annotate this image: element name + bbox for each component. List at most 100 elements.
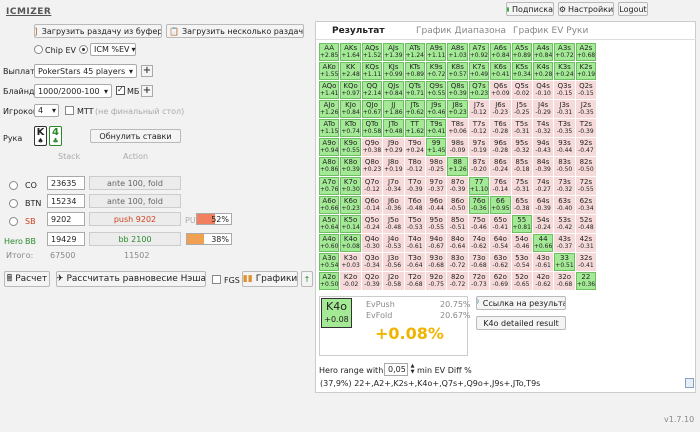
range-cell[interactable]: KQo +0.97 [340,81,361,100]
document-icon[interactable] [685,378,694,388]
range-cell[interactable]: 63s -0.40 [554,195,575,214]
range-cell[interactable]: Q7s +0.23 [468,81,490,100]
range-cell[interactable]: AKs +1.64 [340,43,361,62]
range-cell[interactable]: A5s +0.89 [511,43,532,62]
add-payout-button[interactable]: + [141,65,153,77]
range-cell[interactable]: K6s +0.41 [490,62,511,81]
position-radio-sb[interactable] [9,217,18,226]
range-cell[interactable]: 65s -0.38 [511,195,532,214]
range-cell[interactable]: J9s +0.46 [425,100,447,119]
range-cell[interactable]: J7o -0.34 [383,176,404,195]
link-result-button[interactable]: 🔗 Ссылка на результат [476,296,566,310]
range-cell[interactable]: 74s -0.27 [532,176,554,195]
range-cell[interactable]: A2o +0.50 [319,271,340,290]
app-logo[interactable]: ICMIZER [6,7,51,17]
range-cell[interactable]: AJs +1.39 [383,43,404,62]
range-cell[interactable]: ATo +1.15 [319,119,340,138]
range-cell[interactable]: 73o -0.68 [468,252,490,271]
range-cell[interactable]: 42s -0.31 [575,233,597,252]
range-cell[interactable]: Q8o +0.23 [361,157,383,176]
range-cell[interactable]: J4s -0.29 [532,100,554,119]
range-cell[interactable]: K8s +0.57 [447,62,468,81]
range-cell[interactable]: K2o -0.02 [340,271,361,290]
range-cell[interactable]: 32s -0.41 [575,252,597,271]
range-cell[interactable]: KTo +0.74 [340,119,361,138]
range-cell[interactable]: QTs +0.71 [404,81,425,100]
range-cell[interactable]: 88 +1.26 [447,157,468,176]
range-cell[interactable]: Q9s +0.55 [425,81,447,100]
range-cell[interactable]: 43s -0.37 [554,233,575,252]
range-cell[interactable]: A3s +0.72 [554,43,575,62]
range-cell[interactable]: Q5s -0.02 [511,81,532,100]
range-cell[interactable]: 42o -0.62 [532,271,554,290]
range-cell[interactable]: A5o +0.64 [319,214,340,233]
range-cell[interactable]: 83s -0.50 [554,157,575,176]
range-cell[interactable]: K3o +0.03 [340,252,361,271]
stack-input-co[interactable]: 23635 [47,176,85,190]
range-cell[interactable]: 83o -0.72 [447,252,468,271]
stack-input-sb[interactable]: 9202 [47,212,85,226]
range-cell[interactable]: 97o -0.37 [425,176,447,195]
range-cell[interactable]: T4s -0.32 [532,119,554,138]
range-cell[interactable]: 94s -0.43 [532,138,554,157]
range-cell[interactable]: T7s -0.12 [468,119,490,138]
range-cell[interactable]: 93s -0.44 [554,138,575,157]
range-cell[interactable]: 87s -0.20 [468,157,490,176]
range-cell[interactable]: 64s -0.39 [532,195,554,214]
range-cell[interactable]: T3s -0.35 [554,119,575,138]
range-cell[interactable]: KQs +1.11 [361,62,383,81]
load-from-buffer-button[interactable]: 📋 Загрузить раздачу из буфера [34,24,162,38]
range-cell[interactable]: K4o +0.08 [340,233,361,252]
range-cell[interactable]: 62s -0.34 [575,195,597,214]
detailed-result-button[interactable]: K4o detailed result [476,316,566,330]
range-cell[interactable]: 55 +0.81 [511,214,532,233]
range-cell[interactable]: K7o +0.30 [340,176,361,195]
range-cell[interactable]: T5o -0.53 [404,214,425,233]
range-cell[interactable]: KK +2.48 [340,62,361,81]
range-cell[interactable]: 75o -0.46 [468,214,490,233]
range-cell[interactable]: 84o -0.64 [447,233,468,252]
range-cell[interactable]: J4o -0.53 [383,233,404,252]
range-cell[interactable]: K5o +0.14 [340,214,361,233]
settings-button[interactable]: ⚙ Настройки [558,2,614,16]
mb-checkbox[interactable]: ✓ [116,85,125,95]
range-cell[interactable]: 82s -0.50 [575,157,597,176]
tab-range-chart[interactable]: График Диапазона [416,26,506,36]
chip-ev-radio[interactable] [34,45,43,54]
action-field-btn[interactable]: ante 100, fold [89,194,181,208]
range-cell[interactable]: QTo +0.58 [361,119,383,138]
range-cell[interactable]: ATs +1.24 [404,43,425,62]
range-cell[interactable]: AJo +1.26 [319,100,340,119]
range-cell[interactable]: A8o +0.86 [319,157,340,176]
range-cell[interactable]: AQo +1.41 [319,81,340,100]
range-cell[interactable]: T9o +0.24 [404,138,425,157]
tab-result[interactable]: Результат [332,26,385,36]
range-cell[interactable]: 53s -0.42 [554,214,575,233]
range-cell[interactable]: J6o -0.36 [383,195,404,214]
range-cell[interactable]: 98s -0.09 [447,138,468,157]
range-cell[interactable]: K4s +0.28 [532,62,554,81]
range-cell[interactable]: Q3o -0.34 [361,252,383,271]
range-cell[interactable]: J3o -0.56 [383,252,404,271]
range-cell[interactable]: A9o +0.94 [319,138,340,157]
range-cell[interactable]: 92o -0.75 [425,271,447,290]
range-cell[interactable]: Q4s -0.10 [532,81,554,100]
range-cell[interactable]: 96o -0.44 [425,195,447,214]
range-cell[interactable]: Q7o -0.12 [361,176,383,195]
range-cell[interactable]: 52o -0.65 [511,271,532,290]
range-cell[interactable]: 85s -0.18 [511,157,532,176]
range-cell[interactable]: JTs +0.62 [404,100,425,119]
range-cell[interactable]: 92s -0.47 [575,138,597,157]
stack-input-btn[interactable]: 15234 [47,194,85,208]
range-cell[interactable]: KTs +0.89 [404,62,425,81]
range-cell[interactable]: KJs +0.99 [383,62,404,81]
range-input[interactable]: 0,05 [384,363,408,376]
action-field-bb[interactable]: bb 2100 [89,232,181,246]
stack-input-bb[interactable]: 19429 [47,232,85,246]
range-cell[interactable]: K5s +0.34 [511,62,532,81]
range-cell[interactable]: A4o +0.60 [319,233,340,252]
range-cell[interactable]: JJ +1.86 [383,100,404,119]
range-cell[interactable]: Q5o -0.24 [361,214,383,233]
range-cell[interactable]: KJo +0.84 [340,100,361,119]
nash-button[interactable]: ✈ Рассчитать равновесие Нэша [56,271,206,287]
